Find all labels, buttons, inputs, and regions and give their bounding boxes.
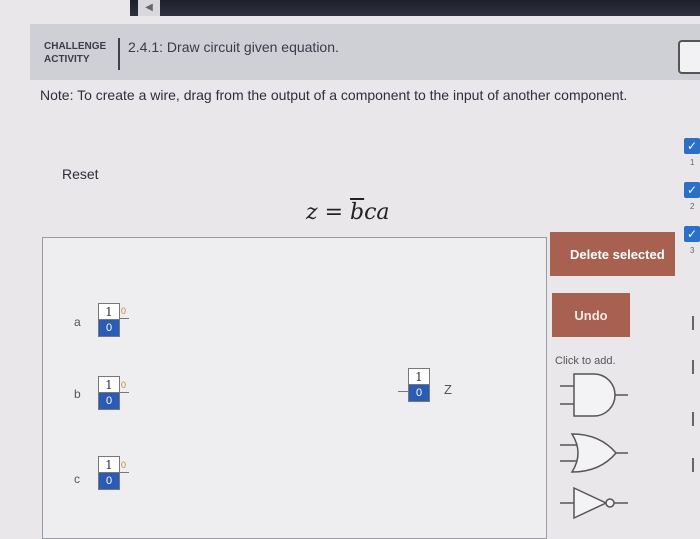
activity-header: CHALLENGE ACTIVITY 2.4.1: Draw circuit g…: [30, 24, 700, 80]
check-icon: ✓: [684, 138, 700, 154]
instruction-note: Note: To create a wire, drag from the ou…: [40, 87, 628, 103]
side-bracket: [692, 458, 700, 472]
check-icon: ✓: [684, 226, 700, 242]
output-stub[interactable]: [119, 472, 129, 473]
equation-rest: ca: [364, 200, 390, 225]
undo-button[interactable]: Undo: [552, 293, 630, 337]
output-stub[interactable]: [119, 392, 129, 393]
indicator-off-value: 0: [409, 385, 429, 401]
output-input-stub[interactable]: [398, 391, 408, 392]
target-equation: z = bca: [306, 200, 390, 225]
side-bracket: [692, 360, 700, 374]
level-number: 2: [690, 202, 695, 211]
activity-tag-line2: ACTIVITY: [44, 54, 90, 65]
input-label-c: c: [74, 472, 80, 486]
or-gate-icon[interactable]: [556, 430, 632, 476]
indicator-on-value: 1: [409, 369, 429, 385]
and-gate-icon[interactable]: [556, 370, 632, 420]
side-bracket: [692, 412, 700, 426]
input-output-value: 0: [121, 380, 127, 390]
switch-on-value[interactable]: 1: [99, 377, 119, 393]
equation-negated-variable: b: [350, 200, 365, 225]
output-label-z: z: [444, 382, 452, 397]
activity-tag: CHALLENGE ACTIVITY: [44, 40, 118, 66]
input-output-value: 0: [121, 306, 127, 316]
input-switch-b[interactable]: 1 0: [98, 376, 120, 410]
back-arrow-icon[interactable]: ◀: [138, 0, 160, 16]
completion-box-icon: [678, 40, 700, 74]
input-switch-a[interactable]: 1 0: [98, 303, 120, 337]
browser-top-bar: [130, 0, 700, 16]
activity-tag-line1: CHALLENGE: [44, 41, 107, 52]
switch-on-value[interactable]: 1: [99, 304, 119, 320]
switch-off-value[interactable]: 0: [99, 473, 119, 489]
output-indicator-z: 1 0: [408, 368, 430, 402]
not-gate-icon[interactable]: [556, 484, 632, 522]
side-bracket: [692, 316, 700, 330]
check-icon: ✓: [684, 182, 700, 198]
input-switch-c[interactable]: 1 0: [98, 456, 120, 490]
switch-off-value[interactable]: 0: [99, 320, 119, 336]
output-stub[interactable]: [119, 318, 129, 319]
equation-lhs: z: [306, 200, 318, 225]
palette-title: Click to add.: [555, 355, 616, 367]
input-label-b: b: [74, 387, 81, 401]
delete-selected-button[interactable]: Delete selected: [550, 232, 675, 276]
activity-title: 2.4.1: Draw circuit given equation.: [128, 39, 339, 55]
switch-off-value[interactable]: 0: [99, 393, 119, 409]
input-label-a: a: [74, 315, 81, 329]
header-divider: [118, 38, 120, 70]
equation-equals: =: [317, 200, 351, 225]
switch-on-value[interactable]: 1: [99, 457, 119, 473]
input-output-value: 0: [121, 460, 127, 470]
reset-button[interactable]: Reset: [62, 166, 99, 182]
level-number: 3: [690, 246, 695, 255]
level-number: 1: [690, 158, 695, 167]
